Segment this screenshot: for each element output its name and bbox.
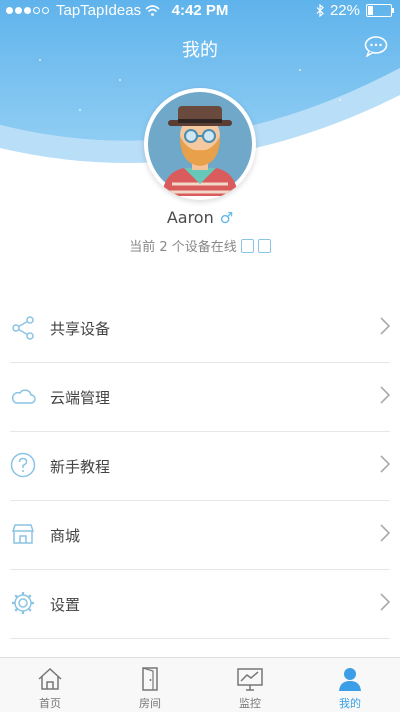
- profile-name-row: Aaron ♂: [0, 208, 400, 227]
- store-icon: [11, 524, 35, 544]
- menu-label: 新手教程: [50, 458, 111, 476]
- menu-item-cloud-management[interactable]: 云端管理: [10, 363, 390, 432]
- bluetooth-icon: [316, 4, 324, 17]
- gear-icon: [12, 592, 34, 614]
- menu-item-store[interactable]: 商城: [10, 501, 390, 570]
- tab-monitor[interactable]: 监控: [200, 658, 300, 712]
- message-icon[interactable]: [364, 35, 388, 57]
- menu-item-share-devices[interactable]: 共享设备: [10, 294, 390, 363]
- menu-item-tutorial[interactable]: 新手教程: [10, 432, 390, 501]
- menu-label: 商城: [50, 527, 81, 545]
- male-icon: ♂: [219, 209, 234, 227]
- user-icon: [339, 668, 361, 691]
- help-icon: [10, 452, 36, 478]
- home-icon: [38, 667, 62, 690]
- door-icon: [142, 667, 158, 691]
- menu-label: 共享设备: [50, 320, 111, 338]
- tab-room[interactable]: 房间: [100, 658, 200, 712]
- monitor-icon: [237, 668, 263, 691]
- cloud-icon: [11, 389, 36, 404]
- status-bar: TapTapIdeas 4:42 PM 22%: [0, 0, 400, 22]
- tab-home[interactable]: 首页: [0, 658, 100, 712]
- camera-device-icon: [257, 238, 271, 253]
- menu-item-settings[interactable]: 设置: [10, 570, 390, 639]
- avatar-illustration: [148, 92, 252, 196]
- chevron-right-icon: [380, 386, 390, 404]
- tab-bar: 首页 房间 监控 我的: [0, 657, 400, 712]
- chevron-right-icon: [380, 593, 390, 611]
- chevron-right-icon: [380, 455, 390, 473]
- avatar[interactable]: [144, 88, 256, 200]
- phone-device-icon: [240, 238, 254, 253]
- profile-name: Aaron: [166, 208, 214, 227]
- chevron-right-icon: [380, 524, 390, 542]
- page-title: 我的: [182, 40, 218, 61]
- tab-label: 监控: [239, 697, 261, 710]
- menu-label: 设置: [50, 596, 81, 614]
- tab-label: 房间: [139, 697, 161, 710]
- battery-icon: [366, 4, 394, 17]
- online-devices-text: 当前 2 个设备在线: [129, 240, 237, 255]
- menu-label: 云端管理: [50, 389, 111, 407]
- menu-list: 共享设备 云端管理 新手教程 商城 设置: [0, 294, 400, 639]
- tab-label: 我的: [339, 697, 361, 710]
- battery-percent: 22%: [329, 2, 360, 19]
- tab-me[interactable]: 我的: [300, 658, 400, 712]
- chevron-right-icon: [380, 317, 390, 335]
- online-devices: 当前 2 个设备在线: [0, 236, 400, 255]
- tab-label: 首页: [39, 697, 61, 710]
- share-icon: [12, 316, 34, 340]
